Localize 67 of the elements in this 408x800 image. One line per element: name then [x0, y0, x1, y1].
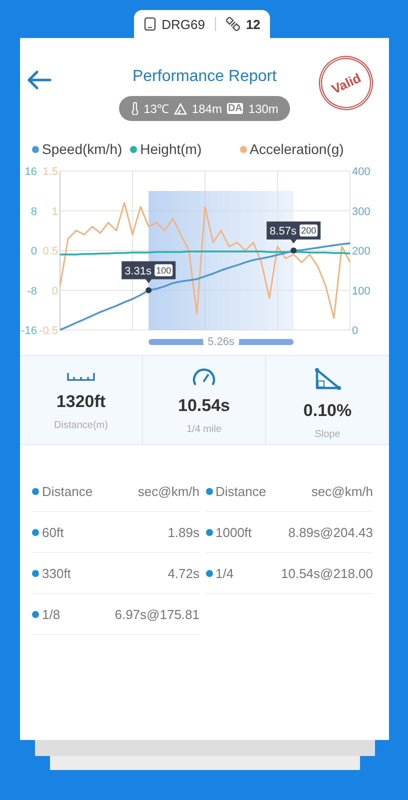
legend-label: Speed(km/h) — [42, 141, 122, 157]
gauge-icon — [192, 368, 216, 385]
bullet-dot — [32, 610, 39, 618]
axis-tick-label: 0 — [52, 285, 58, 298]
bullet-dot — [32, 488, 39, 494]
axis-tick-label: -16 — [21, 325, 37, 337]
thermometer-icon — [130, 102, 139, 115]
bullet-dot — [206, 570, 212, 576]
stat-label: Distance(m) — [54, 420, 108, 431]
back-arrow-icon[interactable] — [26, 70, 52, 90]
tooltip-reading: 200 — [300, 224, 318, 236]
satellite-icon — [226, 17, 240, 31]
ruler-icon — [67, 371, 95, 381]
da-badge: DA — [226, 103, 244, 114]
bullet-dot — [32, 570, 39, 576]
split-value: 1.89s — [168, 524, 200, 540]
bullet-dot — [206, 488, 212, 494]
satellite-count: 12 — [246, 16, 260, 32]
split-label: Distance — [216, 484, 268, 498]
marker-dot — [146, 287, 152, 294]
axis-tick-label: 400 — [352, 166, 370, 178]
altitude: 184m — [192, 102, 222, 116]
split-label: 1000ft — [216, 524, 253, 540]
legend-label: Acceleration(g) — [250, 141, 344, 157]
page-title: Performance Report — [132, 68, 277, 87]
bullet-dot — [32, 528, 39, 536]
axis-tick-label: 300 — [352, 206, 370, 218]
axis-tick-label: 8 — [30, 206, 37, 218]
split-label: 1/8 — [42, 606, 62, 622]
stat-label: 1/4 mile — [186, 424, 222, 435]
tooltip-reading: 100 — [154, 264, 173, 276]
axis-tick-label: 0 — [352, 325, 358, 337]
axis-tick-label: 200 — [352, 246, 370, 258]
split-label: 330ft — [42, 566, 72, 580]
axis-tick-label: 0 — [30, 246, 37, 258]
bullet-dot — [206, 528, 212, 536]
axis-tick-label: 1 — [52, 206, 58, 218]
stat-value: 1320ft — [56, 392, 106, 412]
device-name: DRG69 — [162, 16, 205, 32]
split-label: 1/4 — [216, 566, 235, 580]
split-value: 8.89s@204.43 — [288, 524, 373, 540]
marker-dot — [290, 248, 297, 254]
axis-tick-label: -0.5 — [39, 325, 58, 337]
split-label: 60ft — [42, 524, 65, 540]
phone-icon — [144, 17, 156, 31]
axis-tick-label: -8 — [27, 285, 37, 298]
stat-label: Slope — [314, 429, 340, 440]
mountain-icon — [174, 102, 187, 114]
split-value: 4.72s — [168, 566, 200, 580]
split-value: 10.54s@218.00 — [281, 566, 373, 580]
stat-value: 10.54s — [178, 396, 230, 416]
range-duration: 5.26s — [203, 334, 240, 348]
temperature: 13℃ — [144, 101, 169, 117]
legend-label: Height(m) — [140, 141, 202, 157]
density-altitude: 130m — [248, 102, 278, 116]
split-label: Distance — [42, 484, 94, 498]
axis-tick-label: 0.5 — [42, 246, 58, 258]
axis-tick-label: 100 — [352, 285, 370, 298]
tooltip-time: 3.31s — [124, 265, 152, 278]
slope-icon — [314, 368, 340, 390]
stat-value: 0.10% — [303, 401, 352, 421]
tooltip-time: 8.57s — [270, 226, 297, 238]
axis-tick-label: 16 — [24, 166, 37, 178]
split-value: sec@km/h — [138, 484, 200, 498]
split-value: 6.97s@175.81 — [114, 606, 200, 622]
split-value: sec@km/h — [311, 484, 373, 498]
axis-tick-label: 1.5 — [42, 166, 58, 178]
